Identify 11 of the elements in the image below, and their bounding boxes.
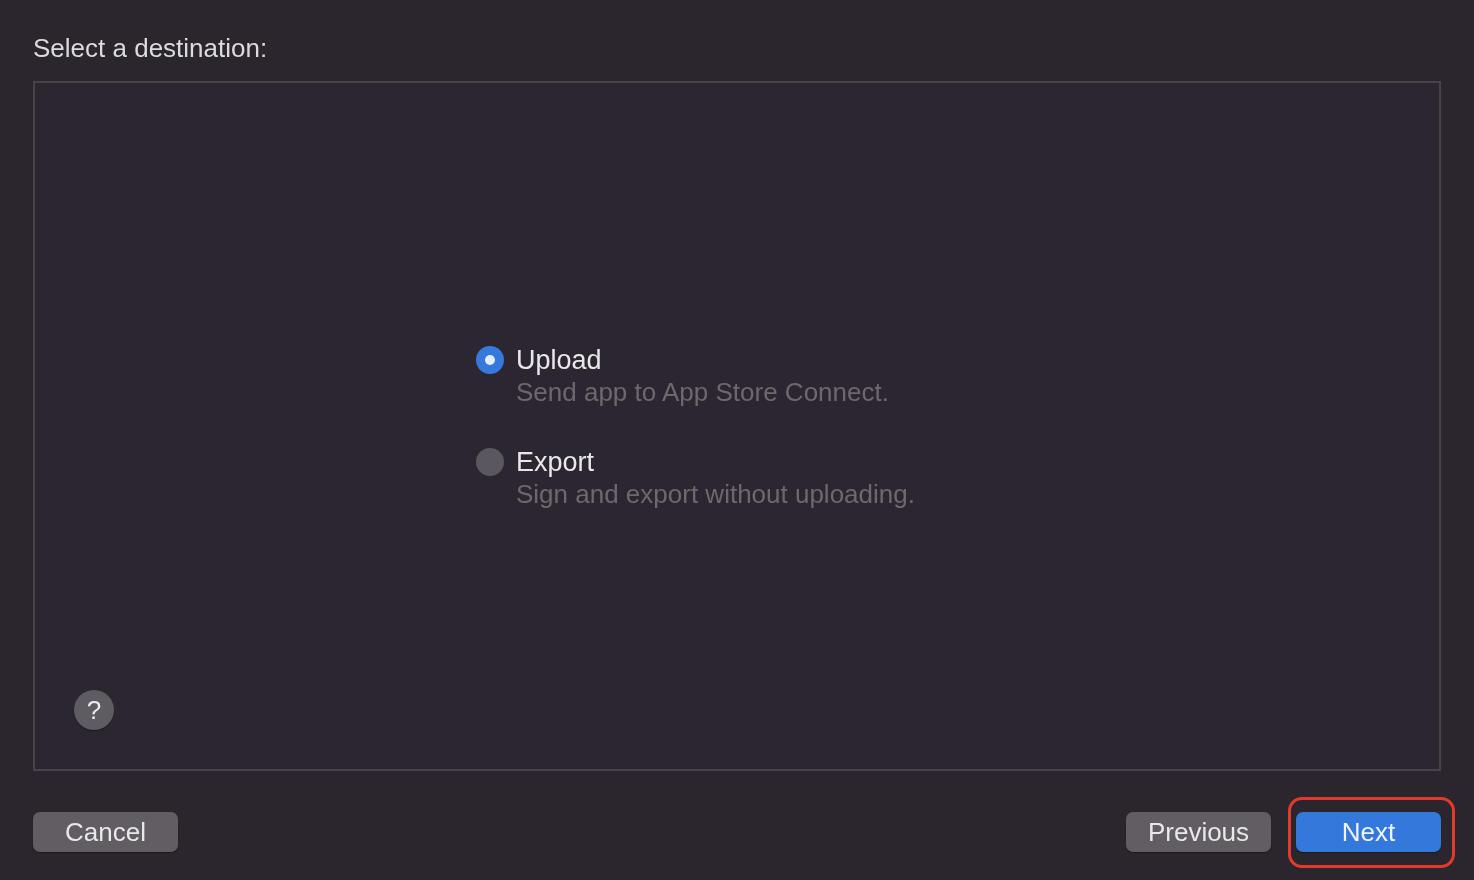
option-label[interactable]: Export — [516, 446, 595, 478]
radio-button-selected[interactable] — [476, 346, 504, 374]
radio-button[interactable] — [476, 448, 504, 476]
dialog-title: Select a destination: — [33, 32, 268, 64]
dialog-button[interactable]: Cancel — [33, 812, 178, 852]
option-description: Sign and export without uploading. — [516, 478, 915, 510]
help-button[interactable]: ? — [74, 690, 114, 730]
dialog-button[interactable]: Previous — [1126, 812, 1271, 852]
option-label[interactable]: Upload — [516, 344, 602, 376]
next-button[interactable]: Next — [1296, 812, 1441, 852]
option-description: Send app to App Store Connect. — [516, 376, 889, 408]
